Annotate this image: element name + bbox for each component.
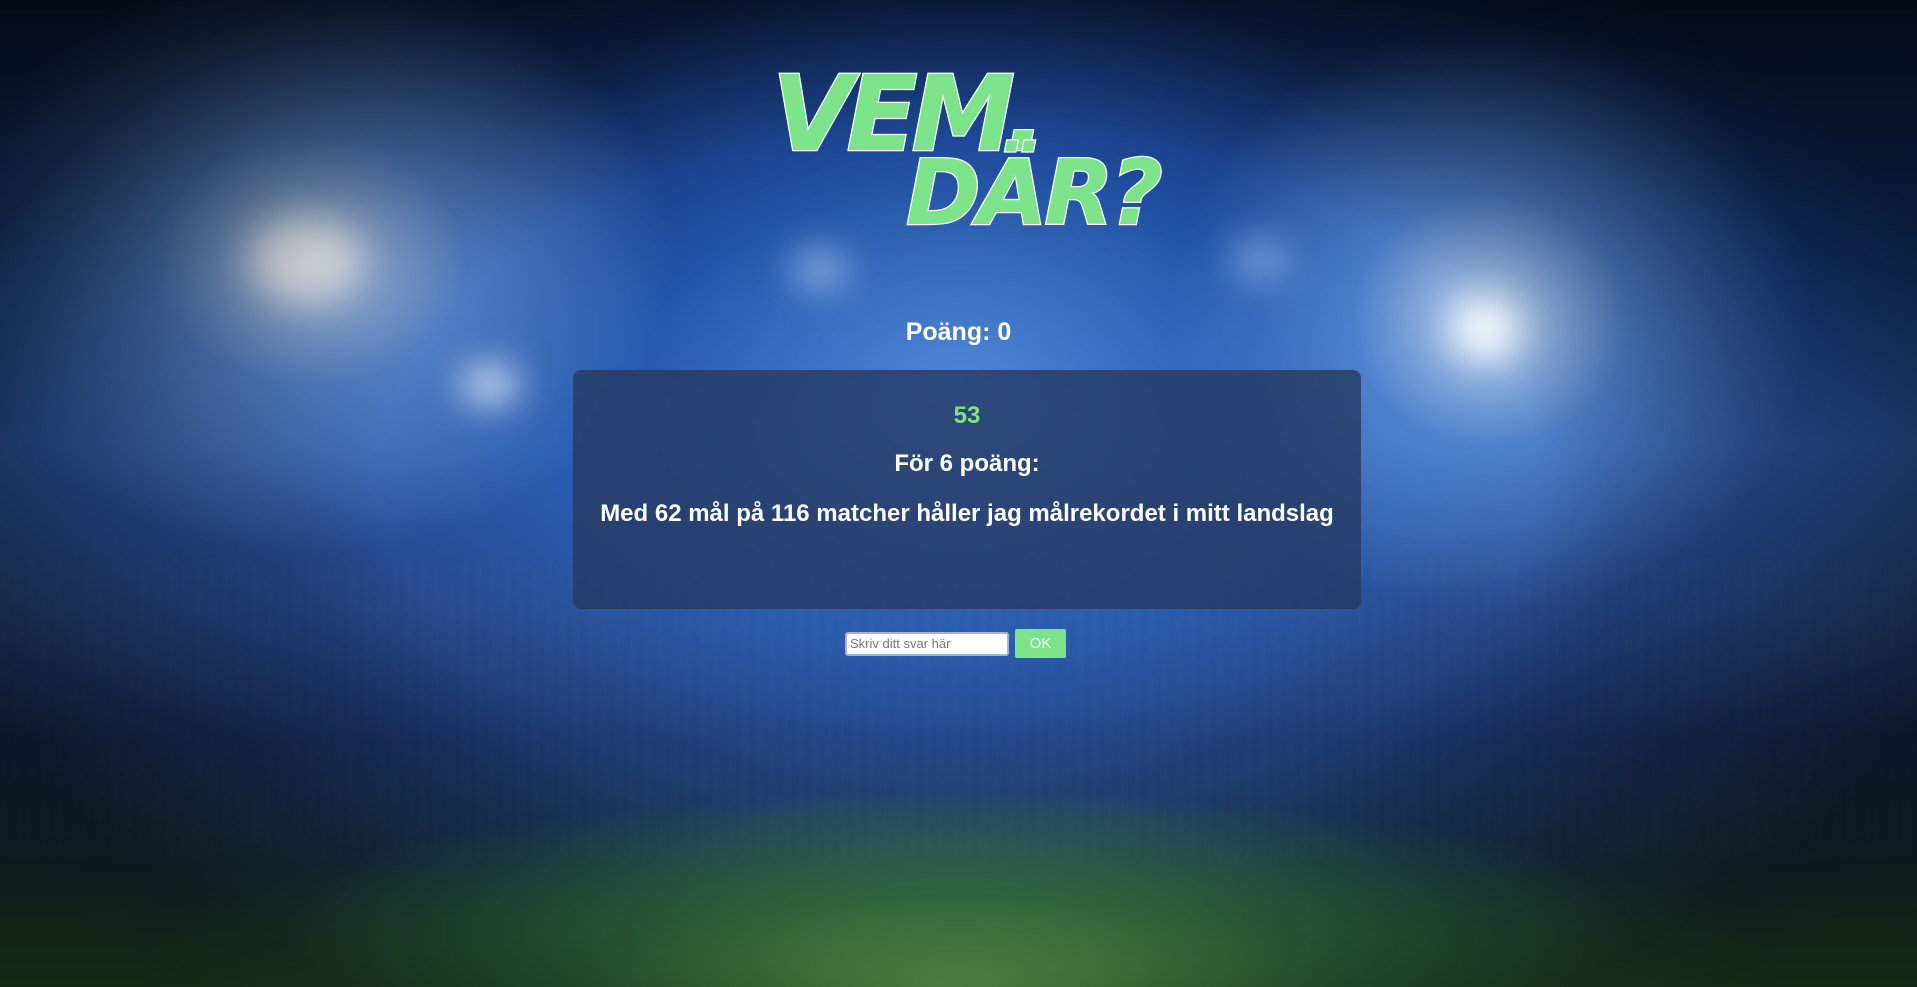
countdown-timer: 53: [953, 402, 981, 429]
points-label: För 6 poäng:: [894, 450, 1040, 477]
answer-input[interactable]: [845, 631, 1009, 656]
answer-form: OK: [845, 629, 1066, 658]
question-card: 53 För 6 poäng: Med 62 mål på 116 matche…: [573, 370, 1361, 609]
clue-text: Med 62 mål på 116 matcher håller jag mål…: [600, 500, 1334, 527]
ok-button[interactable]: OK: [1015, 629, 1066, 658]
score-display: Poäng: 0: [905, 318, 1012, 346]
game-logo: VEM . DÄR?: [770, 52, 1165, 248]
logo-line2: DÄR?: [906, 140, 1161, 246]
logo-graphic: VEM . DÄR?: [771, 52, 1165, 248]
